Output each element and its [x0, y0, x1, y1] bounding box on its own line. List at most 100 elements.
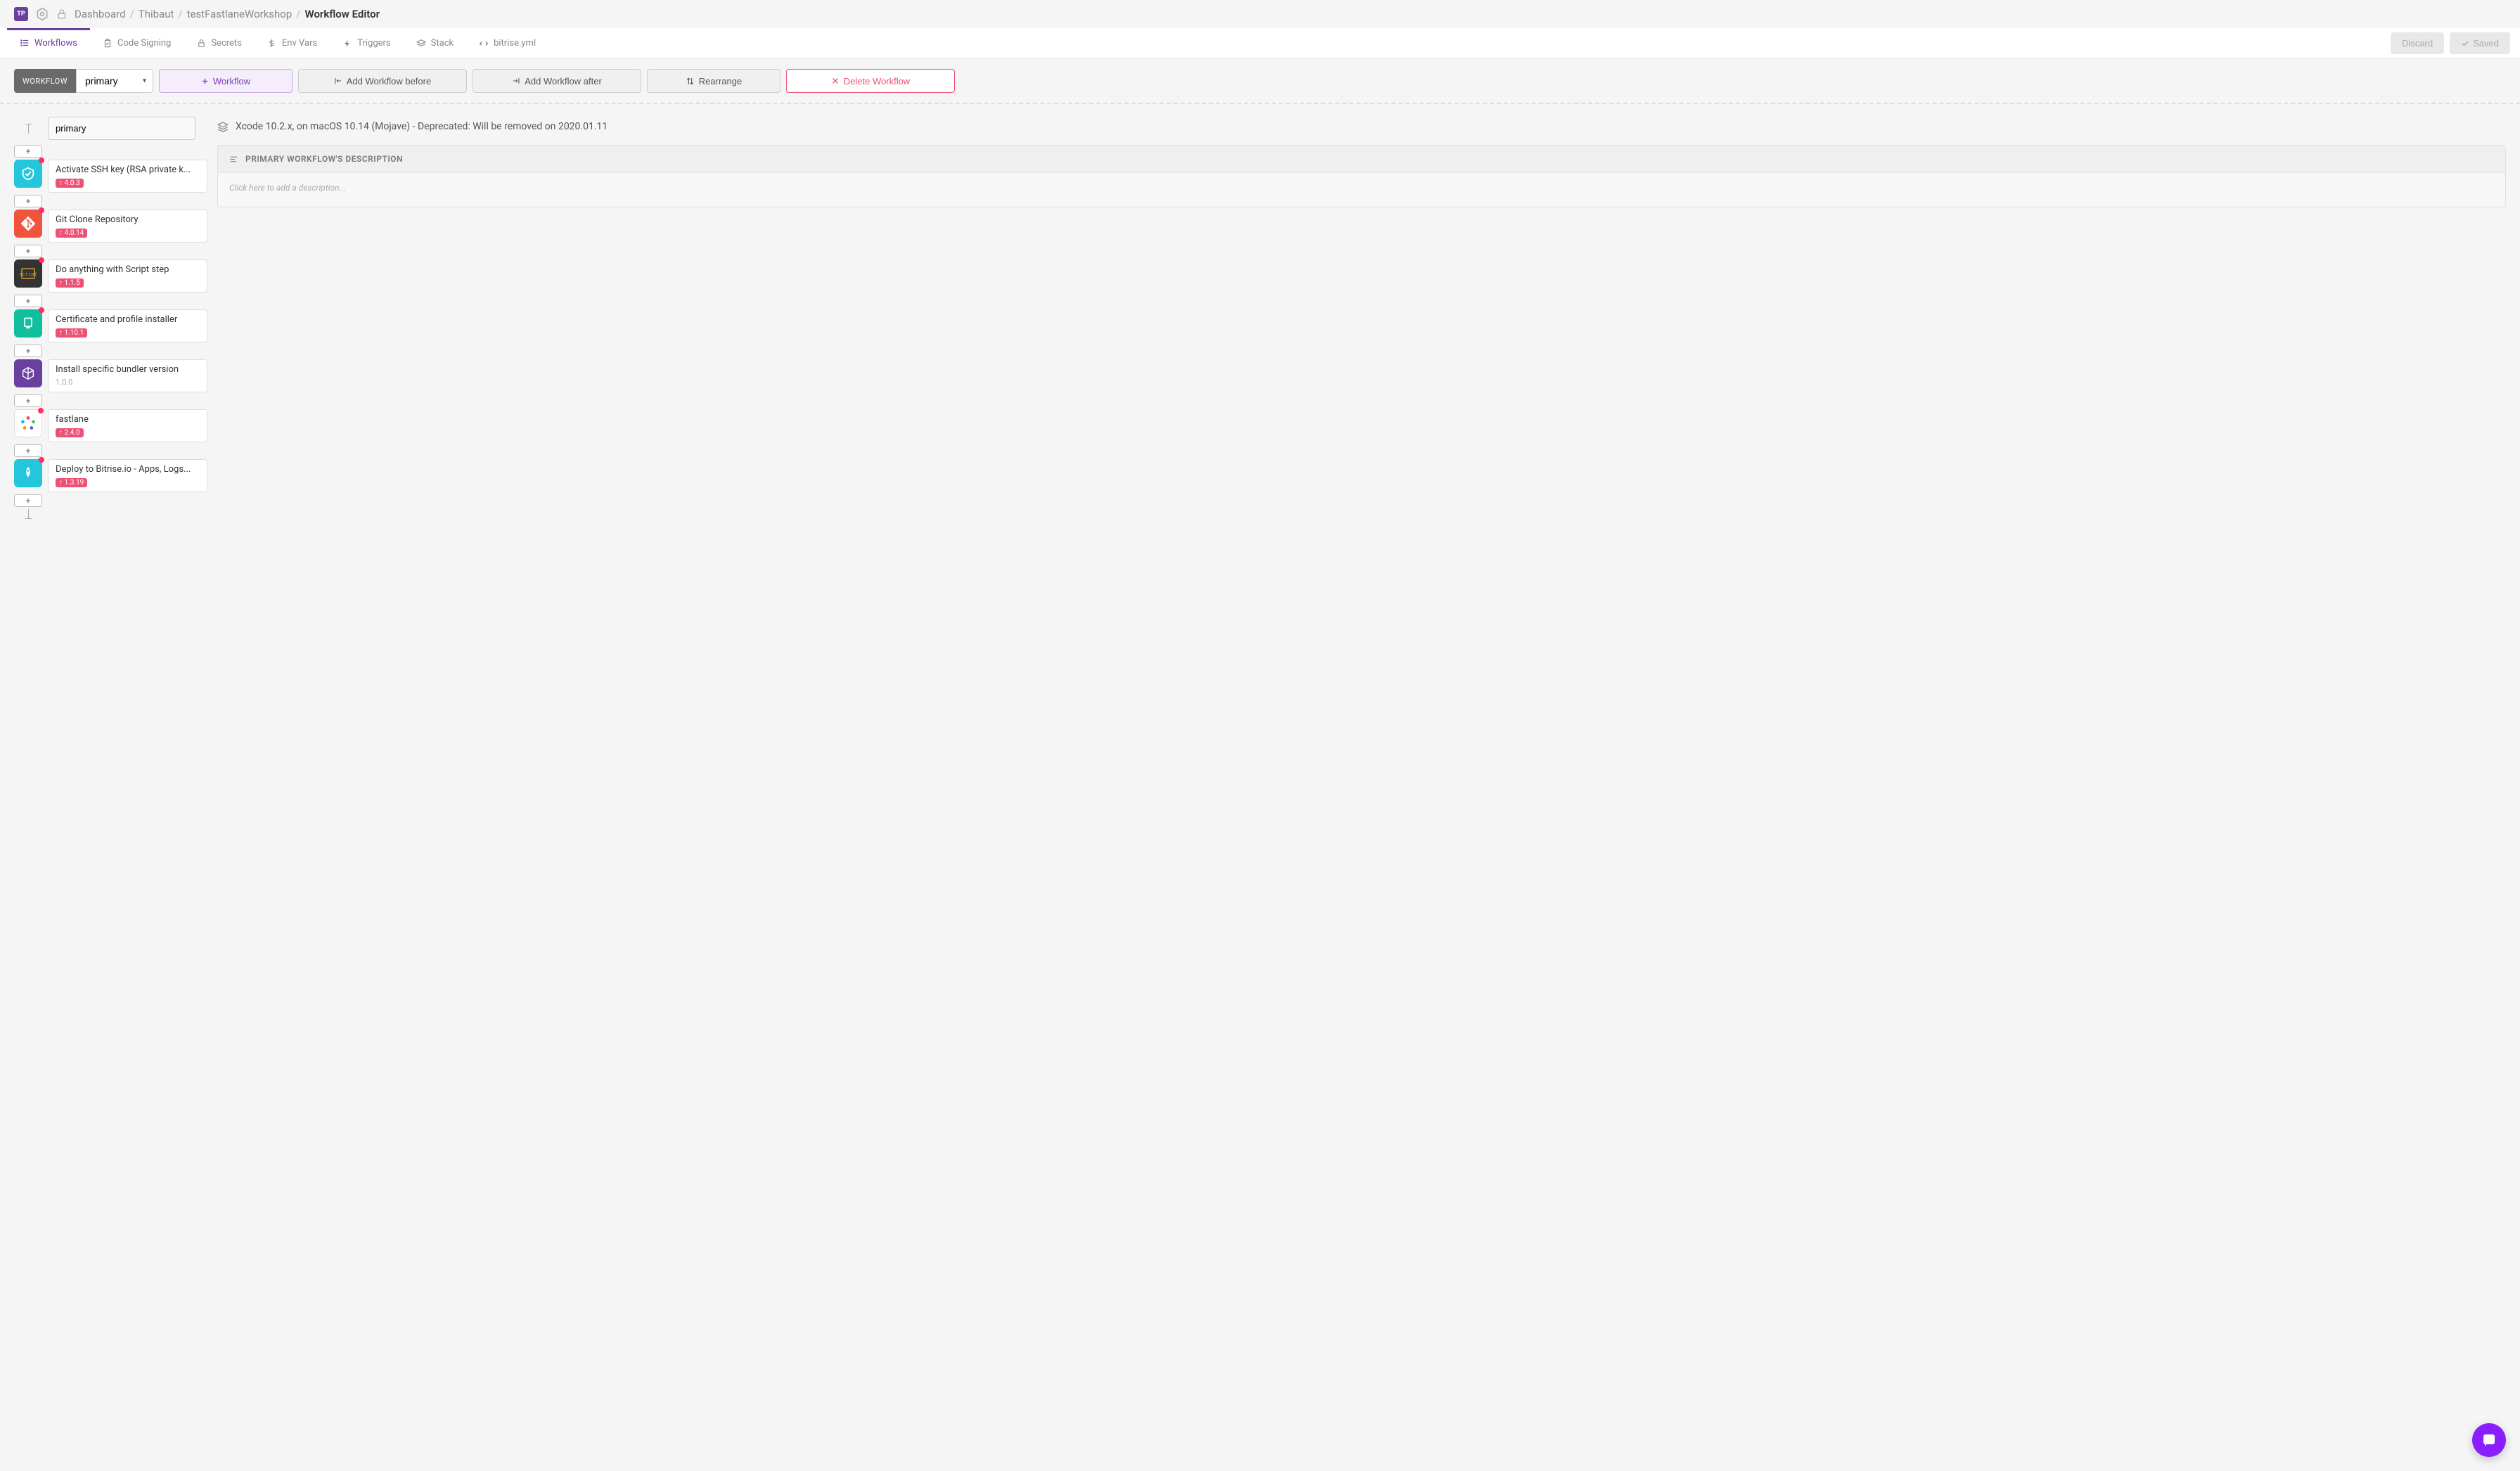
- workflow-name-input[interactable]: [48, 117, 195, 140]
- tab-label: Stack: [431, 38, 454, 49]
- clipboard-icon: [103, 39, 112, 49]
- tab-bitrise-yml[interactable]: bitrise.yml: [466, 28, 548, 58]
- tab-triggers[interactable]: Triggers: [330, 28, 403, 58]
- step-box[interactable]: Git Clone Repository ↑ 4.0.14: [48, 210, 207, 243]
- step-version: ↑ 1.1.5: [56, 277, 200, 288]
- tab-label: Code Signing: [117, 38, 171, 49]
- step-item: Deploy to Bitrise.io - Apps, Logs... ↑ 1.…: [14, 459, 207, 492]
- breadcrumb-current: Workflow Editor: [305, 8, 380, 20]
- stack-info-line[interactable]: Xcode 10.2.x, on macOS 10.14 (Mojave) - …: [217, 117, 2506, 145]
- breadcrumb: Dashboard / Thibaut / testFastlaneWorksh…: [75, 8, 380, 20]
- tab-secrets[interactable]: Secrets: [184, 28, 255, 58]
- lock-icon: [196, 39, 206, 49]
- step-version: ↑ 4.0.14: [56, 227, 200, 238]
- timeline-end: [28, 509, 29, 522]
- tab-label: Triggers: [357, 38, 390, 49]
- step-item: Activate SSH key (RSA private k... ↑ 4.0.…: [14, 160, 207, 193]
- stack-info-text: Xcode 10.2.x, on macOS 10.14 (Mojave) - …: [236, 121, 608, 132]
- arrow-into-icon: [334, 77, 342, 85]
- add-step-button[interactable]: +: [14, 444, 42, 457]
- step-title: Git Clone Repository: [56, 214, 200, 225]
- avatar[interactable]: TP: [14, 7, 28, 21]
- add-step-button[interactable]: +: [14, 394, 42, 407]
- step-box[interactable]: Do anything with Script step ↑ 1.1.5: [48, 259, 207, 293]
- step-box[interactable]: fastlane ↑ 2.4.0: [48, 409, 207, 442]
- step-item: script Do anything with Script step ↑ 1.1.…: [14, 259, 207, 293]
- tab-label: Workflows: [34, 38, 77, 49]
- step-item: fastlane ↑ 2.4.0: [14, 409, 207, 442]
- layers-icon: [217, 121, 229, 132]
- code-icon: [479, 39, 489, 49]
- tab-code-signing[interactable]: Code Signing: [90, 28, 184, 58]
- description-header[interactable]: PRIMARY WORKFLOW'S DESCRIPTION: [218, 146, 2505, 173]
- step-icon-bundler[interactable]: [14, 359, 42, 387]
- description-input[interactable]: Click here to add a description...: [218, 173, 2505, 207]
- description-panel: PRIMARY WORKFLOW'S DESCRIPTION Click her…: [217, 145, 2506, 207]
- tab-label: bitrise.yml: [494, 38, 536, 49]
- discard-button[interactable]: Discard: [2391, 32, 2444, 54]
- plus-icon: [201, 77, 209, 85]
- tab-workflows[interactable]: Workflows: [7, 28, 90, 58]
- add-workflow-button[interactable]: Workflow: [159, 69, 292, 93]
- step-icon-git[interactable]: [14, 210, 42, 238]
- step-item: Install specific bundler version 1.0.0: [14, 359, 207, 392]
- step-title: Do anything with Script step: [56, 264, 200, 275]
- bolt-icon: [342, 39, 352, 49]
- add-step-button[interactable]: +: [14, 494, 42, 507]
- add-workflow-after-button[interactable]: Add Workflow after: [472, 69, 641, 93]
- step-icon-fastlane[interactable]: [14, 409, 42, 437]
- step-title: Certificate and profile installer: [56, 314, 200, 325]
- arrow-out-icon: [512, 77, 520, 85]
- intercom-chat-button[interactable]: [2472, 1423, 2506, 1457]
- timeline-start: [28, 124, 29, 136]
- list-icon: [20, 38, 30, 48]
- step-title: fastlane: [56, 414, 200, 425]
- step-icon-cert[interactable]: [14, 309, 42, 338]
- delete-workflow-button[interactable]: Delete Workflow: [786, 69, 955, 93]
- close-icon: [831, 77, 840, 85]
- tab-label: Secrets: [211, 38, 242, 49]
- step-icon-deploy[interactable]: [14, 459, 42, 487]
- settings-hex-icon[interactable]: [35, 7, 49, 21]
- saved-button[interactable]: Saved: [2450, 32, 2510, 54]
- step-item: Git Clone Repository ↑ 4.0.14: [14, 210, 207, 243]
- step-title: Install specific bundler version: [56, 364, 200, 375]
- toolbar: WORKFLOW primary ▾ Workflow Add Workflow…: [0, 59, 2520, 104]
- chat-icon: [2481, 1432, 2498, 1448]
- breadcrumb-dashboard[interactable]: Dashboard: [75, 8, 126, 20]
- step-icon-script[interactable]: script: [14, 259, 42, 288]
- step-box[interactable]: Activate SSH key (RSA private k... ↑ 4.0.…: [48, 160, 207, 193]
- add-step-button[interactable]: +: [14, 245, 42, 257]
- layers-icon: [416, 39, 426, 49]
- add-step-button[interactable]: +: [14, 345, 42, 357]
- updown-icon: [686, 77, 695, 86]
- lock-icon: [56, 8, 68, 20]
- add-step-button[interactable]: +: [14, 145, 42, 158]
- tab-label: Env Vars: [282, 38, 317, 49]
- step-version: 1.0.0: [56, 377, 200, 387]
- breadcrumb-user[interactable]: Thibaut: [139, 8, 174, 20]
- add-step-button[interactable]: +: [14, 295, 42, 307]
- tab-env-vars[interactable]: Env Vars: [255, 28, 330, 58]
- tab-stack[interactable]: Stack: [404, 28, 466, 58]
- add-step-button[interactable]: +: [14, 195, 42, 207]
- step-box[interactable]: Deploy to Bitrise.io - Apps, Logs... ↑ 1.…: [48, 459, 207, 492]
- step-version: ↑ 2.4.0: [56, 427, 200, 437]
- step-title: Deploy to Bitrise.io - Apps, Logs...: [56, 464, 200, 475]
- svg-text:script: script: [20, 271, 37, 277]
- main: + Activate SSH key (RSA private k... ↑ 4.0…: [0, 104, 2520, 534]
- right-column: Xcode 10.2.x, on macOS 10.14 (Mojave) - …: [217, 117, 2506, 207]
- step-title: Activate SSH key (RSA private k...: [56, 165, 200, 175]
- workflow-select[interactable]: primary: [76, 69, 153, 93]
- step-box[interactable]: Install specific bundler version 1.0.0: [48, 359, 207, 392]
- breadcrumb-project[interactable]: testFastlaneWorkshop: [187, 8, 292, 20]
- step-icon-ssh[interactable]: [14, 160, 42, 188]
- steps-column: + Activate SSH key (RSA private k... ↑ 4.0…: [14, 117, 207, 522]
- text-lines-icon: [229, 155, 238, 164]
- step-version: ↑ 1.3.19: [56, 477, 200, 487]
- check-icon: [2461, 39, 2469, 48]
- step-version: ↑ 4.0.3: [56, 177, 200, 188]
- rearrange-button[interactable]: Rearrange: [647, 69, 780, 93]
- step-box[interactable]: Certificate and profile installer↑ 1.10.…: [48, 309, 207, 342]
- add-workflow-before-button[interactable]: Add Workflow before: [298, 69, 467, 93]
